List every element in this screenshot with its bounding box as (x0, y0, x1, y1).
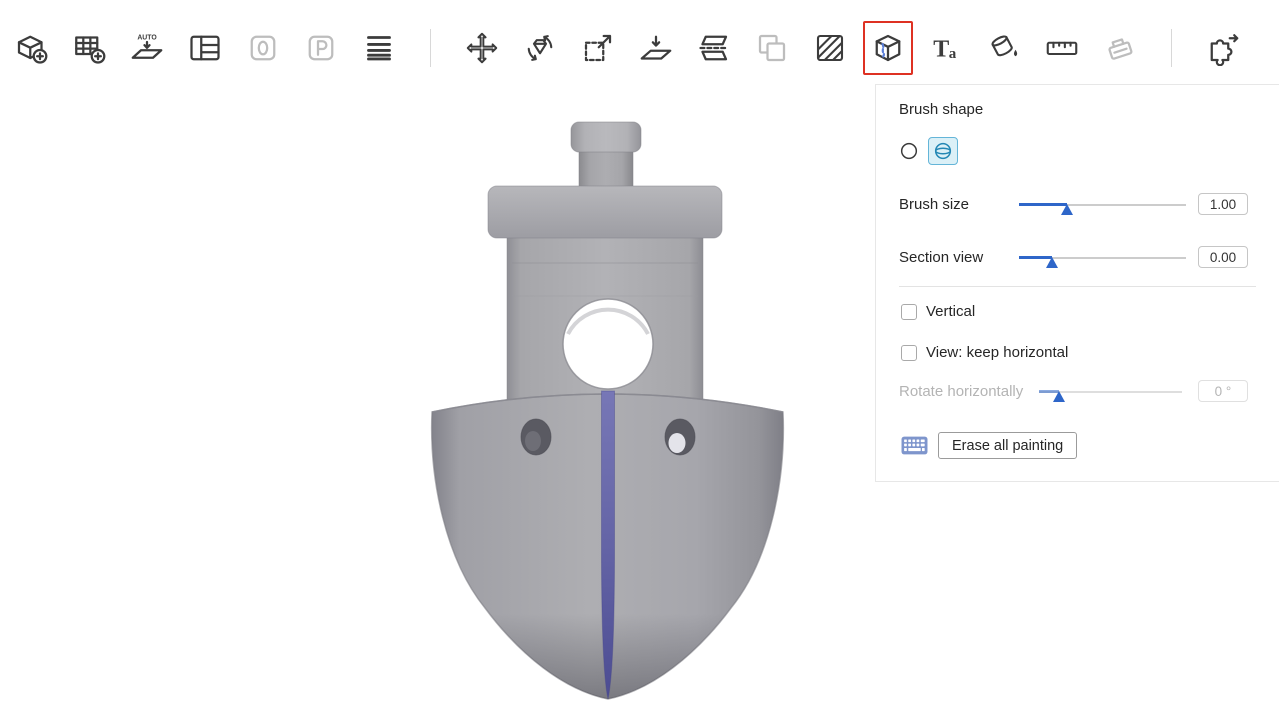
vertical-checkbox-label: Vertical (926, 303, 975, 320)
section-view-slider[interactable] (1019, 248, 1186, 268)
tool-measure[interactable] (1037, 21, 1087, 75)
tool-auto-arrange[interactable] (122, 21, 172, 75)
slider-thumb[interactable] (1061, 204, 1073, 215)
brush-shape-circle-option[interactable] (894, 137, 924, 165)
slider-thumb[interactable] (1046, 257, 1058, 268)
tool-split-layout[interactable] (180, 21, 230, 75)
cut-icon (696, 30, 732, 66)
tool-multimaterial-painting[interactable] (979, 21, 1029, 75)
section-view-label: Section view (899, 249, 983, 266)
tool-seam-painting[interactable] (863, 21, 913, 75)
benchy-window (563, 299, 653, 389)
erase-all-painting-button[interactable]: Erase all painting (938, 432, 1077, 459)
badge-0-icon (245, 30, 281, 66)
tool-variable-layer-height[interactable] (354, 21, 404, 75)
puzzle-icon (1205, 30, 1241, 66)
text-icon (928, 30, 964, 66)
rotate-horizontally-label: Rotate horizontally (899, 383, 1023, 400)
checkbox-box[interactable] (901, 345, 917, 361)
panel-divider (899, 286, 1256, 287)
badge-p-icon (303, 30, 339, 66)
sphere-brush-icon (932, 140, 954, 162)
brush-size-label: Brush size (899, 196, 969, 213)
tool-paint-on-supports[interactable] (805, 21, 855, 75)
layout-icon (187, 30, 223, 66)
ruler-icon (1044, 30, 1080, 66)
slider-fill (1019, 203, 1067, 206)
tool-badge-p (296, 21, 346, 75)
benchy-chimney (571, 122, 641, 192)
keyboard-icon (901, 436, 928, 455)
move-icon (464, 30, 500, 66)
tool-place-on-face[interactable] (631, 21, 681, 75)
keep-horizontal-checkbox-label: View: keep horizontal (926, 344, 1068, 361)
brush-size-value[interactable]: 1.00 (1198, 193, 1248, 215)
keyboard-shortcuts-button[interactable] (901, 436, 928, 455)
rotate-horizontally-slider (1039, 382, 1182, 402)
stamp-icon (1102, 30, 1138, 66)
top-toolbar (6, 16, 1280, 80)
seam-stripe (602, 391, 615, 699)
tool-mirror-copy (747, 21, 797, 75)
grid-plus-icon (71, 30, 107, 66)
toolbar-separator (1171, 29, 1172, 67)
copy-icon (754, 30, 790, 66)
slicer-app-window: Brush shape Brush size 1.00 Section view (0, 0, 1280, 720)
benchy-model[interactable] (432, 122, 784, 699)
scale-icon (580, 30, 616, 66)
rotate-horizontally-value: 0 ° (1198, 380, 1248, 402)
brush-shape-label: Brush shape (899, 101, 983, 118)
tool-rotate[interactable] (515, 21, 565, 75)
seam-painting-panel: Brush shape Brush size 1.00 Section view (875, 84, 1279, 482)
brush-shape-sphere-option[interactable] (928, 137, 958, 165)
tool-fuzzy-skin (1095, 21, 1145, 75)
tool-add-instance[interactable] (64, 21, 114, 75)
section-view-value[interactable]: 0.00 (1198, 246, 1248, 268)
supports-icon (812, 30, 848, 66)
checkbox-box[interactable] (901, 304, 917, 320)
vertical-checkbox[interactable]: Vertical (901, 303, 975, 320)
brush-size-slider[interactable] (1019, 195, 1186, 215)
tool-scale[interactable] (573, 21, 623, 75)
layers-icon (361, 30, 397, 66)
tool-badge-zero (238, 21, 288, 75)
keep-horizontal-checkbox[interactable]: View: keep horizontal (901, 344, 1068, 361)
flatten-icon (638, 30, 674, 66)
tool-plugins[interactable] (1198, 21, 1248, 75)
seam-icon (870, 30, 906, 66)
tool-cut[interactable] (689, 21, 739, 75)
tool-text-emboss[interactable] (921, 21, 971, 75)
cube-plus-icon (13, 30, 49, 66)
tool-move[interactable] (457, 21, 507, 75)
toolbar-separator (430, 29, 431, 67)
rotate-icon (522, 30, 558, 66)
slider-thumb (1053, 391, 1065, 402)
tool-add-object[interactable] (6, 21, 56, 75)
arrange-icon (129, 30, 165, 66)
paint-icon (986, 30, 1022, 66)
circle-brush-icon (898, 140, 920, 162)
